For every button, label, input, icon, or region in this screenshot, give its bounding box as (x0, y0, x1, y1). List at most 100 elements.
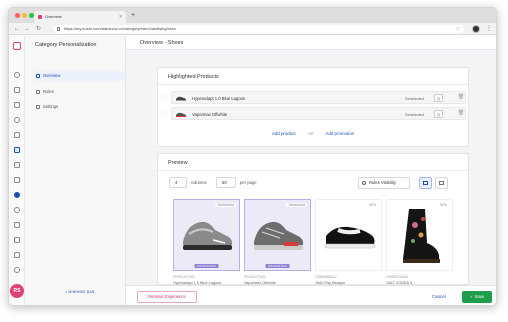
camera-icon[interactable] (14, 102, 20, 108)
list-view-toggle[interactable] (419, 177, 432, 189)
product-image-boot (403, 209, 440, 263)
settings-icon[interactable] (14, 267, 20, 273)
status-badge: Scheduled (405, 112, 424, 117)
page-title: Overview - Shoes (140, 40, 184, 46)
minimize-bar-link[interactable]: < MINIMIZE BAR (65, 290, 95, 294)
main-content: Overview - Shoes Highlighted Products ⋮⋮… (126, 36, 496, 305)
forward-icon[interactable]: → (24, 24, 30, 34)
save-button[interactable]: ✓ Save (462, 291, 492, 303)
drag-handle-icon[interactable]: ⋮⋮ (161, 95, 169, 99)
columns-label: columns (191, 180, 207, 185)
favicon-icon (38, 15, 42, 19)
grid-icon[interactable] (14, 177, 20, 183)
url-text: https://my.nosto.com/admin/xx-xx/categor… (64, 26, 176, 31)
chart-icon[interactable] (14, 237, 20, 243)
list-view-icon (423, 181, 428, 185)
tab-title: Overview (45, 14, 62, 19)
rules-visibility-button[interactable]: Rules Visibility (358, 177, 410, 189)
list-icon[interactable] (14, 132, 20, 138)
rules-icon (36, 90, 40, 94)
status-badge: Scheduled (215, 203, 236, 207)
cancel-button[interactable]: Cancel (432, 291, 446, 303)
close-window-dot[interactable] (15, 13, 20, 18)
sidebar-item-label: Overview (43, 73, 61, 78)
promoted-badge: PROMOTED (194, 264, 219, 268)
new-tab-button[interactable]: + (131, 11, 135, 21)
shoe-thumbnail-icon (176, 112, 186, 117)
back-icon[interactable]: ← (14, 24, 20, 34)
product-card[interactable]: Scheduled PROMOTED (244, 199, 311, 271)
browser-tab[interactable]: Overview × (34, 11, 126, 23)
delete-icon[interactable]: 🗑 (458, 95, 464, 100)
highlighted-row[interactable]: ⋮⋮ Vapormax Offwhite Scheduled ◷ (161, 107, 466, 120)
address-bar-row: ← → ↻ https://my.nosto.com/admin/xx-xx/c… (9, 23, 496, 35)
product-image-sneaker (254, 221, 304, 250)
tab-close-icon[interactable]: × (119, 11, 122, 23)
thumb-icon[interactable] (14, 87, 20, 93)
columns-input[interactable]: 4 (169, 177, 187, 188)
circle-icon[interactable] (14, 207, 20, 213)
profile-icon[interactable] (472, 25, 480, 33)
tag-icon[interactable] (14, 222, 20, 228)
reload-icon[interactable]: ↻ (36, 24, 41, 34)
overview-icon (36, 74, 40, 78)
remove-experience-button[interactable]: Remove Experience (137, 291, 197, 303)
status-badge: 92% (366, 203, 378, 207)
product-card[interactable]: 92% (315, 199, 382, 271)
mail-icon[interactable] (14, 162, 20, 168)
product-card[interactable]: 92% (386, 199, 453, 271)
category-icon[interactable] (14, 147, 20, 153)
per-page-label: per page (240, 180, 257, 185)
sidebar-title: Category Personalization (35, 42, 97, 48)
browser-window: Overview × + ← → ↻ https://my.nosto.com/… (8, 7, 497, 306)
browser-menu-icon[interactable]: ⋮ (486, 24, 492, 34)
audience-icon[interactable] (14, 117, 20, 123)
sidebar-item-label: Settings (43, 104, 59, 109)
sidebar-item-rules[interactable]: Rules (35, 87, 125, 97)
url-field[interactable]: https://my.nosto.com/admin/xx-xx/categor… (54, 25, 464, 33)
status-badge: Scheduled (405, 96, 424, 101)
browser-tab-bar: Overview × + (9, 8, 496, 23)
speed-icon[interactable] (14, 72, 20, 78)
grid-view-toggle[interactable] (435, 177, 448, 189)
eye-icon (362, 181, 366, 185)
bookmark-star-icon[interactable]: ☆ (456, 25, 460, 33)
product-card[interactable]: Scheduled PROMOTED (173, 199, 240, 271)
grid-view-icon (439, 181, 444, 185)
delete-icon[interactable]: 🗑 (458, 111, 464, 116)
shoe-thumbnail-icon (176, 96, 186, 101)
facebook-icon[interactable] (14, 192, 20, 198)
product-id: PRODUCTNO. (244, 275, 267, 279)
sidebar-item-overview[interactable]: Overview (35, 71, 125, 81)
main-header: Overview - Shoes (126, 36, 496, 50)
sidebar-item-label: Rules (43, 89, 54, 94)
product-id: PRODUCTNO. (173, 275, 196, 279)
sidebar-item-settings[interactable]: Settings (35, 102, 125, 112)
product-image-oxford-shoe (324, 226, 376, 249)
divider (158, 170, 468, 171)
per-page-input[interactable]: 50 (216, 177, 236, 188)
avatar[interactable]: RS (10, 284, 24, 298)
divider (158, 84, 468, 85)
add-links: Add product OR Add promotion (158, 131, 468, 136)
schedule-button[interactable]: ◷ (434, 94, 443, 102)
minimize-window-dot[interactable] (22, 13, 27, 18)
or-separator: OR (307, 132, 314, 136)
product-id: 190655722184 (386, 275, 409, 279)
add-promotion-link[interactable]: Add promotion (326, 131, 355, 136)
add-product-link[interactable]: Add product (272, 131, 296, 136)
sidebar: Category Personalization Overview Rules … (25, 36, 126, 305)
wrench-icon[interactable] (14, 252, 20, 258)
promoted-badge: PROMOTED (265, 264, 290, 268)
highlighted-products-card: Highlighted Products ⋮⋮ Hyperadapt 1.0 B… (157, 67, 469, 147)
preview-card: Preview 4 columns 50 per page Rules Visi… (157, 153, 469, 285)
drag-handle-icon[interactable]: ⋮⋮ (161, 111, 169, 115)
preview-title: Preview (168, 160, 188, 166)
highlighted-products-title: Highlighted Products (168, 74, 219, 80)
highlighted-row[interactable]: ⋮⋮ Hyperadapt 1.0 Blue Lagoon Scheduled … (161, 91, 466, 104)
schedule-button[interactable]: ◷ (434, 110, 443, 118)
settings-icon (36, 105, 40, 109)
logo-icon[interactable] (13, 42, 21, 50)
lock-icon (57, 27, 60, 31)
highlighted-product-name: Vapormax Offwhite (192, 112, 228, 117)
